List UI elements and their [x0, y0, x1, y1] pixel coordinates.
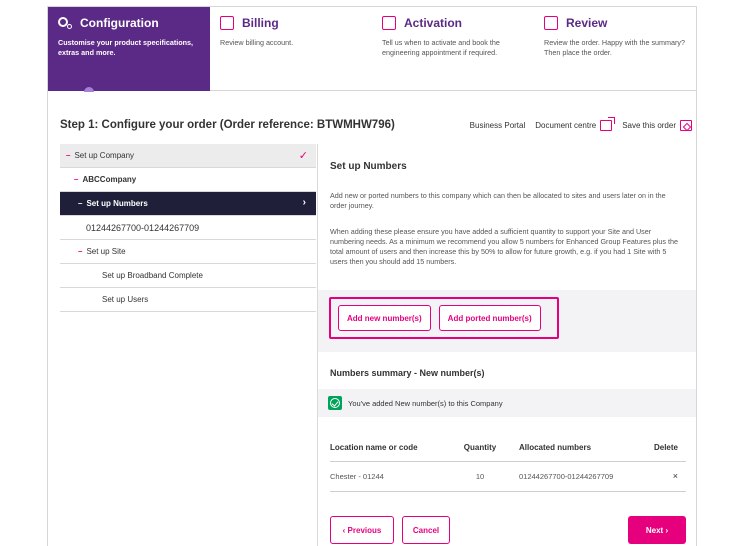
chevron-right-icon: › — [302, 197, 306, 208]
step-configuration[interactable]: Configuration Customise your product spe… — [48, 7, 210, 92]
sidebar-item-label: Set up Numbers — [86, 199, 148, 208]
sidebar-item-label: ABCCompany — [82, 175, 137, 184]
table-row: Chester - 01244 10 01244267700-012442677… — [330, 461, 686, 492]
intro-text: Add new or ported numbers to this compan… — [330, 191, 666, 210]
cancel-button[interactable]: Cancel — [402, 516, 450, 544]
config-sidebar: – Set up Company ✓ – ABCCompany – Set up… — [60, 144, 316, 312]
sidebar-item-label: Set up Company — [74, 151, 135, 160]
guidance-text: When adding these please ensure you have… — [330, 227, 678, 266]
column-header: Allocated numbers — [505, 435, 635, 462]
order-wizard: Configuration Customise your product spe… — [47, 6, 697, 546]
table-header-row: Location name or code Quantity Allocated… — [330, 435, 686, 462]
sidebar-item-site[interactable]: – Set up Site — [60, 240, 316, 264]
sidebar-item-label: Set up Users — [102, 295, 149, 304]
step-review[interactable]: Review Review the order. Happy with the … — [534, 7, 696, 91]
billing-icon — [220, 16, 234, 30]
column-header: Quantity — [455, 435, 505, 462]
add-new-numbers-button[interactable]: Add new number(s) — [338, 305, 431, 331]
page-header: Step 1: Configure your order (Order refe… — [60, 117, 692, 135]
success-check-icon — [328, 396, 342, 410]
sidebar-item-company-name[interactable]: – ABCCompany — [60, 168, 316, 192]
sidebar-item-company[interactable]: – Set up Company ✓ — [60, 144, 316, 168]
page-title: Step 1: Configure your order (Order refe… — [60, 119, 395, 131]
location-cell: Chester - 01244 — [330, 461, 455, 492]
header-links: Business Portal Document centre Save thi… — [470, 117, 692, 131]
step-title: Configuration — [80, 16, 159, 30]
save-order-link[interactable]: Save this order — [622, 120, 692, 131]
step-title: Activation — [404, 16, 463, 30]
delete-icon[interactable]: × — [673, 471, 678, 481]
collapse-icon: – — [74, 175, 79, 184]
numbers-table: Location name or code Quantity Allocated… — [330, 435, 686, 492]
business-portal-link[interactable]: Business Portal — [470, 121, 526, 130]
section-heading: Set up Numbers — [330, 161, 407, 172]
step-billing[interactable]: Billing Review billing account. — [210, 7, 372, 91]
sidebar-item-numbers[interactable]: – Set up Numbers › — [60, 192, 316, 216]
add-ported-numbers-button[interactable]: Add ported number(s) — [438, 305, 541, 331]
step-title: Billing — [242, 16, 279, 30]
sidebar-item-number-range[interactable]: 01244267700-01244267709 — [60, 216, 316, 240]
column-header: Location name or code — [330, 435, 455, 462]
progress-steps: Configuration Customise your product spe… — [48, 7, 696, 92]
collapse-icon: – — [78, 199, 83, 208]
step-activation[interactable]: Activation Tell us when to activate and … — [372, 7, 534, 91]
save-order-label: Save this order — [622, 121, 676, 130]
success-notice: You've added New number(s) to this Compa… — [318, 389, 696, 417]
document-centre-link[interactable]: Document centre — [535, 117, 616, 131]
previous-button[interactable]: ‹ Previous — [330, 516, 394, 544]
allocated-cell: 01244267700-01244267709 — [505, 461, 635, 492]
save-icon — [680, 120, 692, 131]
next-button[interactable]: Next › — [628, 516, 686, 544]
column-header: Delete — [635, 435, 686, 462]
step-description: Customise your product specifications, e… — [58, 38, 193, 57]
calendar-icon — [382, 16, 396, 30]
external-link-icon — [600, 117, 616, 131]
add-numbers-area: Add new number(s) Add ported number(s) — [318, 290, 696, 352]
sidebar-item-label: Set up Broadband Complete — [102, 271, 203, 280]
step-description: Review billing account. — [220, 38, 294, 47]
check-icon: ✓ — [298, 150, 308, 162]
step-title: Review — [566, 16, 608, 30]
wizard-navigation: ‹ Previous Cancel Next › — [330, 516, 686, 544]
summary-heading: Numbers summary - New number(s) — [330, 368, 485, 378]
collapse-icon: – — [78, 247, 83, 256]
sidebar-item-label: Set up Site — [86, 247, 126, 256]
quantity-cell: 10 — [455, 461, 505, 492]
collapse-icon: – — [66, 151, 71, 160]
sidebar-item-users[interactable]: Set up Users — [60, 288, 316, 312]
review-icon — [544, 16, 558, 30]
add-numbers-button-group: Add new number(s) Add ported number(s) — [329, 297, 559, 339]
sidebar-item-broadband[interactable]: Set up Broadband Complete — [60, 264, 316, 288]
document-centre-label: Document centre — [535, 121, 597, 130]
step-description: Review the order. Happy with the summary… — [544, 38, 686, 57]
main-panel: Set up Numbers Add new or ported numbers… — [317, 144, 696, 546]
sidebar-item-label: 01244267700-01244267709 — [86, 222, 200, 233]
step-description: Tell us when to activate and book the en… — [382, 38, 500, 57]
settings-icon — [58, 16, 72, 30]
notice-text: You've added New number(s) to this Compa… — [348, 398, 503, 408]
